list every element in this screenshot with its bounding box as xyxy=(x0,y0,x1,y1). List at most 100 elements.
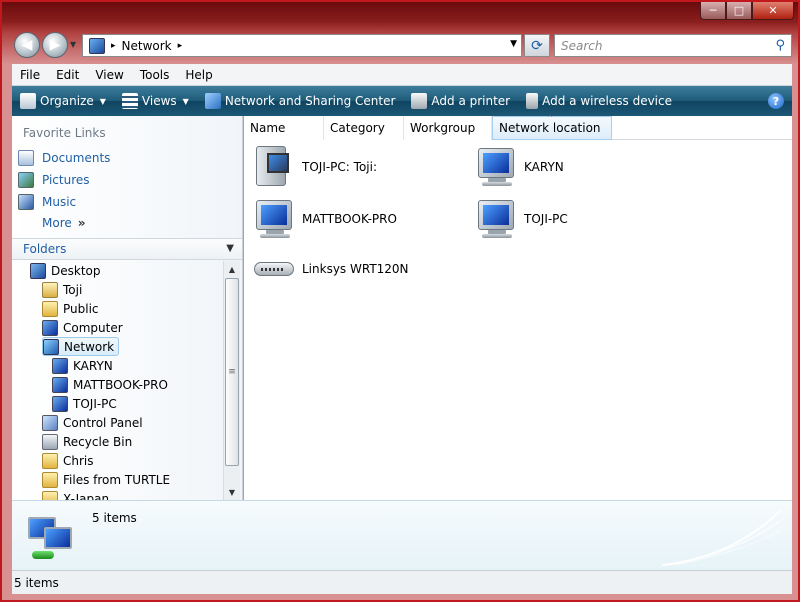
folder-icon xyxy=(42,490,58,500)
views-button[interactable]: Views ▼ xyxy=(114,86,197,116)
menu-bar: File Edit View Tools Help xyxy=(12,64,792,86)
views-label: Views xyxy=(141,94,177,108)
tree-item-toji-pc[interactable]: TOJI-PC xyxy=(52,394,117,413)
tree-item-mattbook-pro[interactable]: MATTBOOK-PRO xyxy=(52,375,168,394)
computer-icon xyxy=(42,319,58,336)
breadcrumb-separator[interactable]: ▸ xyxy=(111,41,116,51)
favorite-documents[interactable]: Documents xyxy=(18,150,110,166)
refresh-button[interactable]: ⟳ xyxy=(524,34,550,57)
network-item-toji-pc[interactable]: TOJI-PC xyxy=(472,196,568,242)
tree-item-network[interactable]: Network xyxy=(42,337,120,356)
address-bar[interactable]: ▸ Network ▸ ▼ xyxy=(82,34,522,57)
column-header-name[interactable]: Name xyxy=(244,116,324,140)
network-center-icon xyxy=(204,93,221,109)
tree-item-label: X-Japan xyxy=(63,491,110,501)
favorite-links-title: Favorite Links xyxy=(23,126,106,140)
folder-tree: Desktop Toji Public Computer Network KARYN MAT… xyxy=(12,261,224,500)
forward-button[interactable]: ▶ xyxy=(42,32,68,58)
network-sharing-center-button[interactable]: Network and Sharing Center xyxy=(197,86,404,116)
maximize-button[interactable]: □ xyxy=(726,2,752,20)
add-wireless-device-button[interactable]: Add a wireless device xyxy=(518,86,680,116)
tree-item-x-japan[interactable]: X-Japan xyxy=(42,489,109,500)
computer-icon xyxy=(472,196,518,242)
router-icon xyxy=(250,246,296,292)
scrollbar-thumb[interactable]: ≡ xyxy=(225,278,239,466)
favorite-music[interactable]: Music xyxy=(18,194,76,210)
favorite-documents-label: Documents xyxy=(42,151,111,165)
help-icon[interactable]: ? xyxy=(768,93,784,109)
status-bar: 5 items xyxy=(12,570,792,594)
chevron-down-icon[interactable]: ▼ xyxy=(226,243,234,254)
item-label: Linksys WRT120N xyxy=(302,262,409,276)
network-icon xyxy=(89,37,105,54)
column-header-category[interactable]: Category xyxy=(324,116,404,140)
network-item-toji-media[interactable]: TOJI-PC: Toji: xyxy=(250,144,377,190)
command-toolbar: Organize ▼ Views ▼ Network and Sharing C… xyxy=(12,86,792,116)
desktop-icon xyxy=(30,262,46,279)
tree-item-files-from-turtle[interactable]: Files from TURTLE xyxy=(42,470,170,489)
sort-arrow-icon: ^ xyxy=(547,114,553,122)
favorite-pictures[interactable]: Pictures xyxy=(18,172,90,188)
search-placeholder: Search xyxy=(561,38,603,53)
more-label: More xyxy=(42,216,72,230)
menu-edit[interactable]: Edit xyxy=(48,68,87,82)
network-item-mattbook-pro[interactable]: MATTBOOK-PRO xyxy=(250,196,397,242)
address-dropdown-icon[interactable]: ▼ xyxy=(510,39,517,49)
search-icon[interactable]: ⚲ xyxy=(775,38,785,53)
tree-item-control-panel[interactable]: Control Panel xyxy=(42,413,143,432)
breadcrumb-network[interactable]: Network xyxy=(122,39,172,53)
tree-item-desktop[interactable]: Desktop xyxy=(30,261,101,280)
minimize-button[interactable]: ─ xyxy=(700,2,726,20)
tree-item-label: MATTBOOK-PRO xyxy=(73,377,168,392)
tree-item-public[interactable]: Public xyxy=(42,299,99,318)
recycle-bin-icon xyxy=(42,433,58,450)
add-printer-label: Add a printer xyxy=(431,94,511,108)
folders-header[interactable]: Folders ▼ xyxy=(12,238,242,260)
item-label: MATTBOOK-PRO xyxy=(302,212,397,226)
caption-buttons: ─ □ ✕ xyxy=(700,2,794,20)
tree-item-recycle-bin[interactable]: Recycle Bin xyxy=(42,432,132,451)
add-printer-button[interactable]: Add a printer xyxy=(403,86,518,116)
network-item-karyn[interactable]: KARYN xyxy=(472,144,564,190)
documents-icon xyxy=(18,150,34,166)
scroll-up-icon[interactable]: ▲ xyxy=(224,261,240,277)
scroll-down-icon[interactable]: ▼ xyxy=(224,484,240,500)
column-headers: Name Category Workgroup ^ Network locati… xyxy=(244,114,792,140)
tree-item-karyn[interactable]: KARYN xyxy=(52,356,113,375)
tree-item-label: Files from TURTLE xyxy=(63,472,171,487)
network-item-linksys-router[interactable]: Linksys WRT120N xyxy=(250,246,409,292)
chevron-down-icon: ▼ xyxy=(182,96,189,106)
menu-help[interactable]: Help xyxy=(177,68,220,82)
search-input[interactable]: Search ⚲ xyxy=(554,34,792,57)
tree-item-label: Public xyxy=(63,301,99,316)
folder-icon xyxy=(42,471,58,488)
add-wireless-label: Add a wireless device xyxy=(542,94,672,108)
favorite-more[interactable]: More » xyxy=(42,216,86,230)
breadcrumb-separator[interactable]: ▸ xyxy=(178,41,183,51)
menu-tools[interactable]: Tools xyxy=(132,68,178,82)
printer-icon xyxy=(411,93,428,109)
tree-item-computer[interactable]: Computer xyxy=(42,318,123,337)
tree-item-chris[interactable]: Chris xyxy=(42,451,94,470)
back-button[interactable]: ◀ xyxy=(14,32,40,58)
tree-item-toji[interactable]: Toji xyxy=(42,280,82,299)
navigation-pane: Favorite Links Documents Pictures Music … xyxy=(12,116,243,500)
computer-icon xyxy=(472,144,518,190)
column-header-network-location-label: Network location xyxy=(499,121,601,135)
refresh-icon: ⟳ xyxy=(531,37,543,54)
computer-icon xyxy=(52,395,68,412)
folder-icon xyxy=(42,452,58,469)
recent-pages-dropdown[interactable]: ▼ xyxy=(70,40,80,50)
column-header-network-location[interactable]: ^ Network location xyxy=(492,114,612,140)
decorative-swoosh xyxy=(662,510,781,566)
menu-file[interactable]: File xyxy=(12,68,48,82)
tree-scrollbar[interactable]: ▲ ≡ ▼ xyxy=(223,261,240,500)
close-button[interactable]: ✕ xyxy=(752,2,794,20)
computer-icon xyxy=(52,357,68,374)
tree-item-label: Control Panel xyxy=(63,415,143,430)
menu-view[interactable]: View xyxy=(87,68,131,82)
network-center-label: Network and Sharing Center xyxy=(224,94,396,108)
organize-button[interactable]: Organize ▼ xyxy=(12,86,114,116)
item-label: TOJI-PC xyxy=(524,212,568,226)
column-header-workgroup[interactable]: Workgroup xyxy=(404,116,492,140)
